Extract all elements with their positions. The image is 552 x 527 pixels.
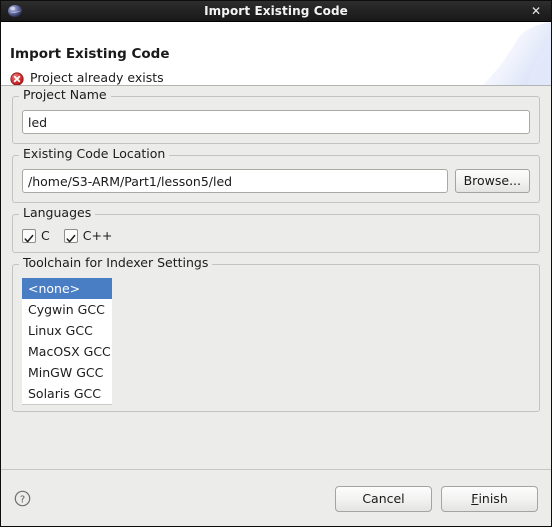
toolchain-item-mingw-gcc[interactable]: MinGW GCC bbox=[22, 362, 112, 383]
checkbox-checked-icon bbox=[22, 229, 36, 243]
project-name-legend: Project Name bbox=[19, 88, 111, 102]
dialog-header: Import Existing Code Project already exi… bbox=[1, 22, 551, 86]
close-icon[interactable]: ✕ bbox=[527, 2, 545, 20]
project-name-group: Project Name bbox=[12, 88, 540, 144]
help-question-icon[interactable]: ? bbox=[14, 490, 31, 507]
eclipse-globe-icon bbox=[7, 3, 23, 19]
language-checkbox-cpp[interactable]: C++ bbox=[63, 227, 113, 243]
language-label-cpp: C++ bbox=[82, 227, 113, 243]
toolchain-item-solaris-gcc[interactable]: Solaris GCC bbox=[22, 383, 112, 404]
finish-label-rest: inish bbox=[478, 490, 508, 506]
status-message-row: Project already exists bbox=[10, 71, 164, 85]
toolchain-listbox[interactable]: <none> Cygwin GCC Linux GCC MacOSX GCC M… bbox=[22, 278, 112, 405]
svg-text:?: ? bbox=[20, 494, 25, 505]
dialog-footer: ? Cancel Finish bbox=[1, 469, 551, 526]
header-decoration-graphic bbox=[431, 22, 551, 85]
title-bar: Import Existing Code ✕ bbox=[1, 1, 551, 22]
browse-button[interactable]: Browse... bbox=[454, 169, 530, 193]
toolchain-item-linux-gcc[interactable]: Linux GCC bbox=[22, 320, 112, 341]
location-row: Browse... bbox=[22, 169, 530, 193]
status-message-text: Project already exists bbox=[30, 69, 164, 85]
toolchain-item-cygwin-gcc[interactable]: Cygwin GCC bbox=[22, 299, 112, 320]
window-title: Import Existing Code bbox=[204, 4, 348, 18]
finish-button[interactable]: Finish bbox=[441, 485, 538, 512]
languages-legend: Languages bbox=[19, 206, 96, 220]
toolchain-item-macosx-gcc[interactable]: MacOSX GCC bbox=[22, 341, 112, 362]
languages-group: Languages C C++ bbox=[12, 206, 540, 253]
page-title: Import Existing Code bbox=[10, 46, 170, 62]
finish-mnemonic-letter: F bbox=[471, 490, 479, 506]
languages-row: C C++ bbox=[22, 228, 530, 243]
error-icon bbox=[10, 71, 24, 85]
toolchain-group: Toolchain for Indexer Settings <none> Cy… bbox=[12, 256, 540, 412]
dialog-body: Project Name Existing Code Location Brow… bbox=[1, 86, 551, 469]
toolchain-item-none[interactable]: <none> bbox=[22, 278, 112, 299]
toolchain-legend: Toolchain for Indexer Settings bbox=[19, 256, 213, 270]
existing-code-location-input[interactable] bbox=[22, 169, 448, 193]
project-name-input[interactable] bbox=[22, 110, 530, 134]
import-existing-code-dialog: Import Existing Code ✕ Import Existing C… bbox=[0, 0, 552, 527]
existing-code-location-group: Existing Code Location Browse... bbox=[12, 147, 540, 203]
checkbox-checked-icon bbox=[63, 229, 78, 243]
language-label-c: C bbox=[41, 227, 50, 243]
footer-buttons: Cancel Finish bbox=[335, 485, 538, 512]
toolchain-list: <none> Cygwin GCC Linux GCC MacOSX GCC M… bbox=[22, 278, 112, 404]
cancel-button[interactable]: Cancel bbox=[335, 485, 432, 512]
existing-code-location-legend: Existing Code Location bbox=[19, 147, 170, 161]
language-checkbox-c[interactable]: C bbox=[22, 229, 50, 243]
